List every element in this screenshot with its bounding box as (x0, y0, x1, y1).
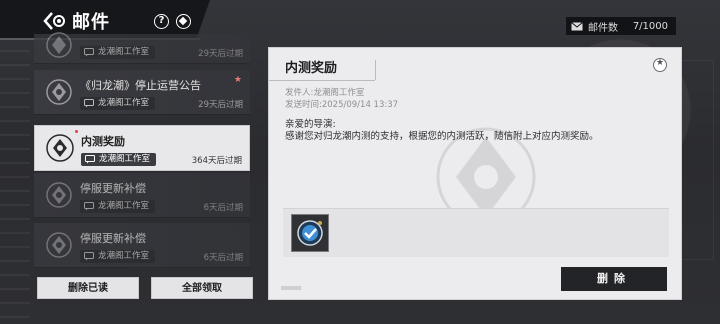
star-icon: ★ (233, 75, 242, 85)
mail-list-item[interactable]: 《归龙潮》停止运营公告 ★ 龙潮阁工作室 29天后过期 (34, 70, 250, 115)
mail-list-item[interactable]: 停服更新补偿 龙潮阁工作室 6天后过期 (34, 173, 250, 218)
sender-tag: 龙潮阁工作室 (80, 97, 156, 110)
mail-emblem-icon (46, 32, 72, 58)
sender-name: 龙潮阁工作室 (99, 154, 151, 164)
chat-icon (84, 202, 94, 211)
chat-icon (84, 99, 94, 108)
claim-all-button[interactable]: 全部领取 (151, 277, 253, 299)
favorite-icon[interactable] (653, 58, 667, 72)
corner-decoration (281, 286, 301, 290)
mail-emblem-icon (46, 182, 72, 208)
sent-time-line: 发送时间:2025/09/14 13:37 (285, 100, 399, 110)
expire-text: 29天后过期 (198, 100, 243, 110)
sender-name: 龙潮阁工作室 (98, 98, 150, 108)
mail-detail-panel: 内测奖励 发件人:龙潮阁工作室 发送时间:2025/09/14 13:37 亲爱… (268, 47, 682, 300)
envelope-icon (571, 21, 583, 30)
title-divider (269, 80, 375, 81)
delete-read-button[interactable]: 删除已读 (37, 277, 139, 299)
sender-tag: 龙潮阁工作室 (80, 250, 156, 263)
mail-emblem-icon (46, 232, 72, 258)
delete-button[interactable]: 删除 (561, 267, 667, 291)
mail-emblem-icon (46, 134, 74, 162)
sender-name: 龙潮阁工作室 (98, 47, 150, 57)
settings-diamond-icon[interactable] (176, 14, 191, 29)
title-divider-tick (375, 60, 376, 80)
mail-title: 停服更新补偿 (80, 232, 146, 245)
attachment-area (283, 209, 669, 257)
mail-list-item-selected[interactable]: 内测奖励 龙潮阁工作室 364天后过期 (34, 125, 250, 171)
mail-list-item[interactable]: 停服更新补偿 龙潮阁工作室 6天后过期 (34, 223, 250, 268)
help-icon[interactable]: ? (154, 14, 169, 29)
expire-text: 29天后过期 (198, 49, 243, 59)
attachment-count: 1 (323, 241, 328, 249)
page-title: 邮件 (72, 12, 110, 33)
sender-line: 发件人:龙潮阁工作室 (285, 88, 365, 98)
chat-icon (84, 48, 94, 57)
sender-tag: 龙潮阁工作室 (80, 200, 156, 213)
mail-count-value: 7/1000 (632, 20, 668, 32)
chat-icon (84, 252, 94, 261)
mail-title: 停服更新补偿 (80, 182, 146, 195)
detail-title: 内测奖励 (285, 61, 338, 76)
background-frame (678, 60, 714, 260)
mail-count-label: 邮件数 (588, 22, 618, 34)
sender-name: 龙潮阁工作室 (98, 201, 150, 211)
background-decoration (0, 36, 30, 324)
expire-text: 6天后过期 (203, 203, 243, 213)
expire-text: 6天后过期 (203, 253, 243, 263)
mail-title: 《归龙潮》停止运营公告 (80, 79, 201, 92)
sender-tag: 龙潮阁工作室 (80, 46, 156, 59)
sender-tag: 龙潮阁工作室 (81, 153, 157, 166)
chat-icon (85, 155, 95, 164)
mail-count-badge: 邮件数 7/1000 (566, 17, 676, 35)
mail-list-item[interactable]: 龙潮阁工作室 29天后过期 (34, 32, 250, 64)
mail-emblem-icon (46, 79, 72, 105)
mail-title: 内测奖励 (81, 135, 125, 148)
expire-text: 364天后过期 (191, 156, 242, 166)
sender-name: 龙潮阁工作室 (98, 251, 150, 261)
